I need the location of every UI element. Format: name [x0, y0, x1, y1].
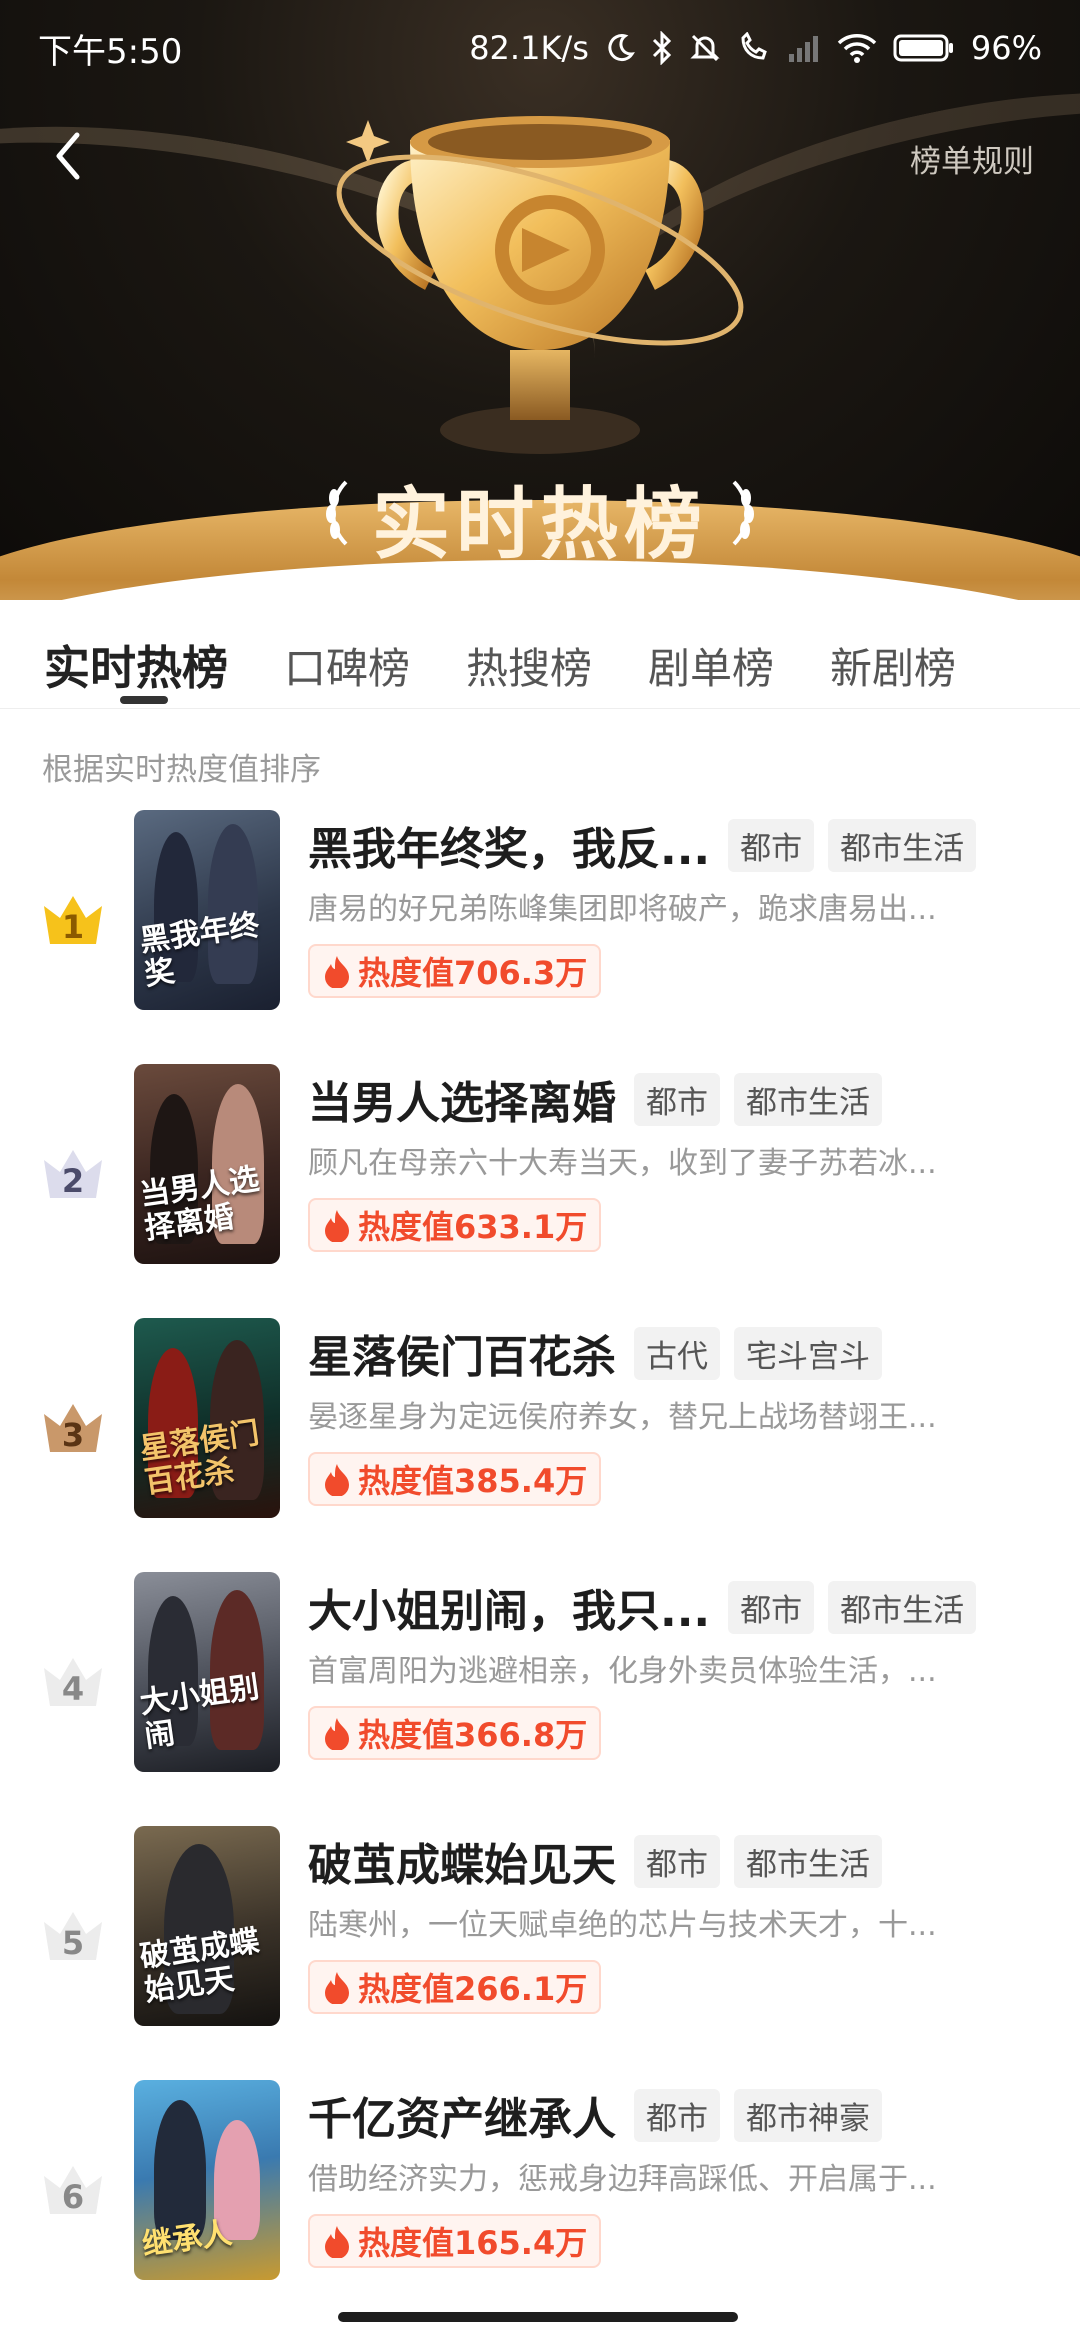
genre-tag[interactable]: 都市 — [728, 1580, 815, 1634]
status-bar: 下午5:50 82.1K/s 96% — [0, 0, 1080, 96]
heat-badge: 热度值706.3万 — [308, 944, 602, 998]
heat-badge: 热度值366.8万 — [308, 1706, 602, 1760]
flame-icon — [325, 1210, 349, 1242]
heat-value: 热度值633.1万 — [358, 1208, 588, 1246]
tab-new-drama[interactable]: 新剧榜 — [830, 635, 956, 696]
heat-badge: 热度值633.1万 — [308, 1198, 602, 1252]
genre-tag[interactable]: 都市 — [728, 818, 815, 872]
tab-playlist[interactable]: 剧单榜 — [648, 635, 774, 696]
poster-title: 破茧成蝶始见天 — [137, 1923, 262, 2009]
call-icon — [737, 32, 771, 64]
list-item[interactable]: 5 破茧成蝶始见天 破茧成蝶始见天 都市 都市生活 陆寒州，一位天赋卓绝的芯片与… — [0, 1826, 1080, 2080]
battery-icon — [893, 33, 955, 63]
list-item[interactable]: 2 当男人选择离婚 当男人选择离婚 都市 都市生活 顾凡在母亲六十大寿当天，收到… — [0, 1064, 1080, 1318]
battery-level: 96% — [970, 29, 1042, 67]
heat-value: 热度值366.8万 — [358, 1716, 588, 1754]
genre-tag[interactable]: 都市生活 — [734, 1072, 882, 1126]
rank-crown-icon: 1 — [40, 890, 106, 950]
genre-tag[interactable]: 宅斗宫斗 — [734, 1326, 882, 1380]
trophy-icon — [336, 116, 744, 454]
drama-description: 顾凡在母亲六十大寿当天，收到了妻子苏若冰... — [308, 1146, 937, 1181]
rank-crown-icon: 5 — [40, 1906, 106, 1966]
drama-poster[interactable]: 继承人 — [134, 2080, 280, 2280]
flame-icon — [325, 1718, 349, 1750]
rank-number: 3 — [61, 1416, 85, 1454]
genre-tag[interactable]: 都市 — [634, 1072, 720, 1126]
heat-value: 热度值385.4万 — [358, 1462, 588, 1500]
active-tab-indicator — [120, 696, 168, 704]
list-item[interactable]: 6 继承人 千亿资产继承人 都市 都市神豪 借助经济实力，惩戒身边拜高踩低、开启… — [0, 2080, 1080, 2334]
moon-icon — [605, 33, 635, 63]
rank-number: 4 — [61, 1670, 85, 1708]
heat-badge: 热度值385.4万 — [308, 1452, 602, 1506]
rank-crown-icon: 6 — [40, 2160, 106, 2220]
drama-description: 晏逐星身为定远侯府养女，替兄上战场替翊王... — [308, 1400, 937, 1435]
drama-poster[interactable]: 星落侯门百花杀 — [134, 1318, 280, 1518]
rank-number: 2 — [61, 1162, 85, 1200]
tab-hot-search[interactable]: 热搜榜 — [466, 635, 592, 696]
ranking-rules-link[interactable]: 榜单规则 — [910, 136, 1034, 181]
drama-description: 唐易的好兄弟陈峰集团即将破产，跪求唐易出... — [308, 892, 937, 927]
tab-realtime-hot[interactable]: 实时热榜 — [44, 632, 228, 698]
drama-description: 首富周阳为逃避相亲，化身外卖员体验生活，... — [308, 1654, 937, 1689]
bluetooth-icon — [651, 31, 673, 65]
heat-badge: 热度值266.1万 — [308, 1960, 602, 2014]
rank-crown-icon: 2 — [40, 1144, 106, 1204]
genre-tag[interactable]: 都市 — [634, 2088, 720, 2142]
heat-value: 热度值706.3万 — [358, 954, 588, 992]
drama-title[interactable]: 黑我年终奖，我反... — [308, 813, 710, 877]
back-button[interactable] — [44, 128, 92, 184]
rank-crown-icon: 3 — [40, 1398, 106, 1458]
genre-tag[interactable]: 都市生活 — [828, 818, 977, 872]
flame-icon — [325, 1972, 349, 2004]
network-speed: 82.1K/s — [469, 29, 589, 67]
list-item[interactable]: 3 星落侯门百花杀 星落侯门百花杀 古代 宅斗宫斗 晏逐星身为定远侯府养女，替兄… — [0, 1318, 1080, 1572]
signal-icon — [787, 34, 821, 62]
drama-title[interactable]: 星落侯门百花杀 — [308, 1321, 616, 1385]
mute-icon — [689, 32, 721, 64]
drama-poster[interactable]: 当男人选择离婚 — [134, 1064, 280, 1264]
genre-tag[interactable]: 都市生活 — [828, 1580, 977, 1634]
status-time: 下午5:50 — [38, 31, 183, 72]
drama-title[interactable]: 当男人选择离婚 — [308, 1067, 616, 1131]
home-indicator[interactable] — [338, 2312, 738, 2322]
genre-tag[interactable]: 都市神豪 — [734, 2088, 882, 2142]
drama-title[interactable]: 大小姐别闹，我只... — [308, 1575, 710, 1639]
rank-number: 1 — [61, 908, 85, 946]
rank-number: 5 — [61, 1924, 85, 1962]
back-arrow-icon — [56, 132, 80, 180]
drama-poster[interactable]: 黑我年终奖 — [134, 810, 280, 1010]
page-title: 实时热榜 — [371, 480, 708, 570]
rank-number: 6 — [61, 2178, 85, 2216]
flame-icon — [325, 1464, 349, 1496]
heat-badge: 热度值165.4万 — [308, 2214, 602, 2268]
genre-tag[interactable]: 都市 — [634, 1834, 720, 1888]
flame-icon — [325, 2226, 349, 2258]
genre-tag[interactable]: 都市生活 — [734, 1834, 882, 1888]
list-item[interactable]: 4 大小姐别闹 大小姐别闹，我只... 都市 都市生活 首富周阳为逃避相亲，化身… — [0, 1572, 1080, 1826]
tab-reputation[interactable]: 口碑榜 — [284, 635, 410, 696]
heat-value: 热度值165.4万 — [358, 2224, 588, 2262]
drama-title[interactable]: 破茧成蝶始见天 — [308, 1829, 616, 1893]
flame-icon — [325, 956, 349, 988]
drama-description: 陆寒州，一位天赋卓绝的芯片与技术天才，十... — [308, 1908, 937, 1943]
wifi-icon — [837, 33, 877, 63]
genre-tag[interactable]: 古代 — [634, 1326, 720, 1380]
heat-value: 热度值266.1万 — [358, 1970, 588, 2008]
drama-title[interactable]: 千亿资产继承人 — [308, 2083, 616, 2147]
laurel-right-icon — [732, 480, 754, 546]
list-item[interactable]: 1 黑我年终奖 黑我年终奖，我反... 都市 都市生活 唐易的好兄弟陈峰集团即将… — [0, 810, 1080, 1064]
drama-poster[interactable]: 大小姐别闹 — [134, 1572, 280, 1772]
ranking-list: 1 黑我年终奖 黑我年终奖，我反... 都市 都市生活 唐易的好兄弟陈峰集团即将… — [0, 810, 1080, 2334]
drama-poster[interactable]: 破茧成蝶始见天 — [134, 1826, 280, 2026]
rank-crown-icon: 4 — [40, 1652, 106, 1712]
sort-hint: 根据实时热度值排序 — [42, 752, 321, 788]
drama-description: 借助经济实力，惩戒身边拜高踩低、开启属于... — [308, 2162, 937, 2197]
